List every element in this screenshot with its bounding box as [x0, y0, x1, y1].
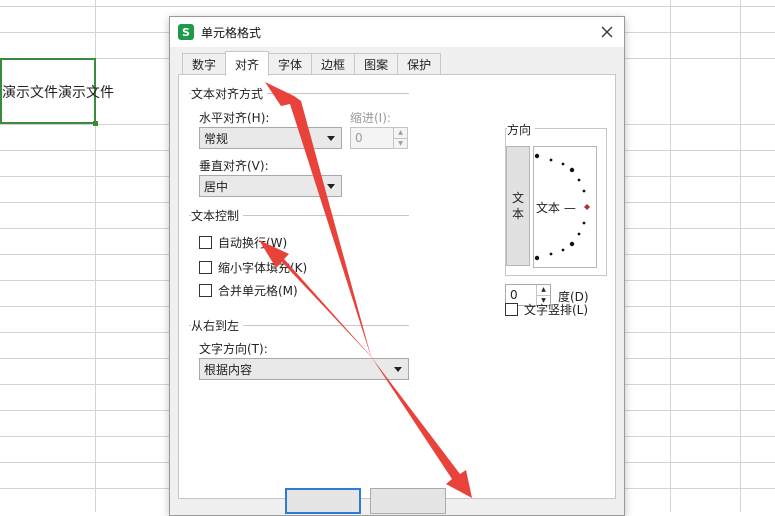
spinner-arrows-icon[interactable]: ▲ ▼: [393, 128, 407, 148]
vertical-text-char: 本: [511, 207, 524, 221]
checkbox-box[interactable]: [199, 261, 212, 274]
merge-cells-checkbox[interactable]: 合并单元格(M): [199, 282, 298, 299]
dialog-tabs: 数字 对齐 字体 边框 图案 保护: [182, 51, 442, 76]
orientation-group-title: 方向: [507, 121, 536, 138]
cell-content: 演示文件演示文件: [2, 85, 114, 101]
tab-alignment[interactable]: 对齐: [225, 51, 270, 76]
chevron-down-icon: [327, 184, 335, 189]
indent-spinner[interactable]: 0 ▲ ▼: [350, 127, 408, 149]
wrap-text-checkbox[interactable]: 自动换行(W): [199, 234, 287, 251]
vertical-align-value: 居中: [204, 179, 229, 194]
degrees-value: 0: [510, 288, 518, 302]
horizontal-align-select[interactable]: 常规: [199, 127, 342, 149]
text-direction-label: 文字方向(T):: [199, 342, 268, 356]
format-cells-dialog: S 单元格格式 数字 对齐 字体 边框 图案 保护 文本对齐方式 水平对齐(H)…: [169, 16, 625, 516]
indent-label: 缩进(I):: [350, 111, 391, 125]
horizontal-align-label: 水平对齐(H):: [199, 111, 270, 125]
app-logo-icon: S: [178, 24, 194, 40]
orientation-dial[interactable]: 文本 —: [533, 146, 597, 268]
text-direction-select[interactable]: 根据内容: [199, 358, 409, 380]
shrink-to-fit-checkbox[interactable]: 缩小字体填充(K): [199, 259, 307, 276]
tab-protection[interactable]: 保护: [397, 53, 442, 75]
alignment-panel: 文本对齐方式 水平对齐(H): 常规 缩进(I): 0 ▲ ▼ 垂直对齐(V): …: [178, 74, 616, 499]
tab-border[interactable]: 边框: [311, 53, 356, 75]
tab-pattern[interactable]: 图案: [354, 53, 399, 75]
vertical-text-char: 文: [511, 191, 524, 205]
indent-value: 0: [355, 131, 363, 145]
orientation-group: 方向 文 本 文本 — 0 ▲ ▼ 度(D): [495, 110, 607, 306]
merge-cells-label: 合并单元格(M): [218, 284, 298, 298]
vertical-text-button[interactable]: 文 本: [506, 146, 530, 266]
tab-font[interactable]: 字体: [268, 53, 313, 75]
vertical-align-label: 垂直对齐(V):: [199, 159, 269, 173]
vertical-text-checkbox-label: 文字竖排(L): [524, 303, 589, 317]
rtl-group-title: 从右到左: [191, 317, 244, 334]
horizontal-align-value: 常规: [204, 131, 229, 146]
dialog-titlebar[interactable]: S 单元格格式: [170, 17, 624, 47]
tab-number[interactable]: 数字: [182, 53, 227, 75]
close-icon: [601, 26, 613, 38]
dial-text: 文本 —: [536, 201, 576, 215]
checkbox-box[interactable]: [505, 303, 518, 316]
vertical-align-select[interactable]: 居中: [199, 175, 342, 197]
text-alignment-group-title: 文本对齐方式: [191, 85, 268, 102]
checkbox-box[interactable]: [199, 284, 212, 297]
dialog-title: 单元格格式: [201, 25, 262, 40]
text-control-group-title: 文本控制: [191, 207, 244, 224]
chevron-down-icon: [327, 136, 335, 141]
ok-button[interactable]: [285, 488, 361, 514]
vertical-text-checkbox[interactable]: 文字竖排(L): [505, 301, 588, 318]
checkbox-box[interactable]: [199, 236, 212, 249]
cancel-button[interactable]: [370, 488, 446, 514]
grid-row-line: [0, 6, 775, 7]
wrap-text-label: 自动换行(W): [218, 236, 288, 250]
chevron-down-icon: [394, 367, 402, 372]
shrink-to-fit-label: 缩小字体填充(K): [218, 261, 308, 275]
text-direction-value: 根据内容: [204, 362, 253, 377]
close-button[interactable]: [596, 21, 618, 43]
